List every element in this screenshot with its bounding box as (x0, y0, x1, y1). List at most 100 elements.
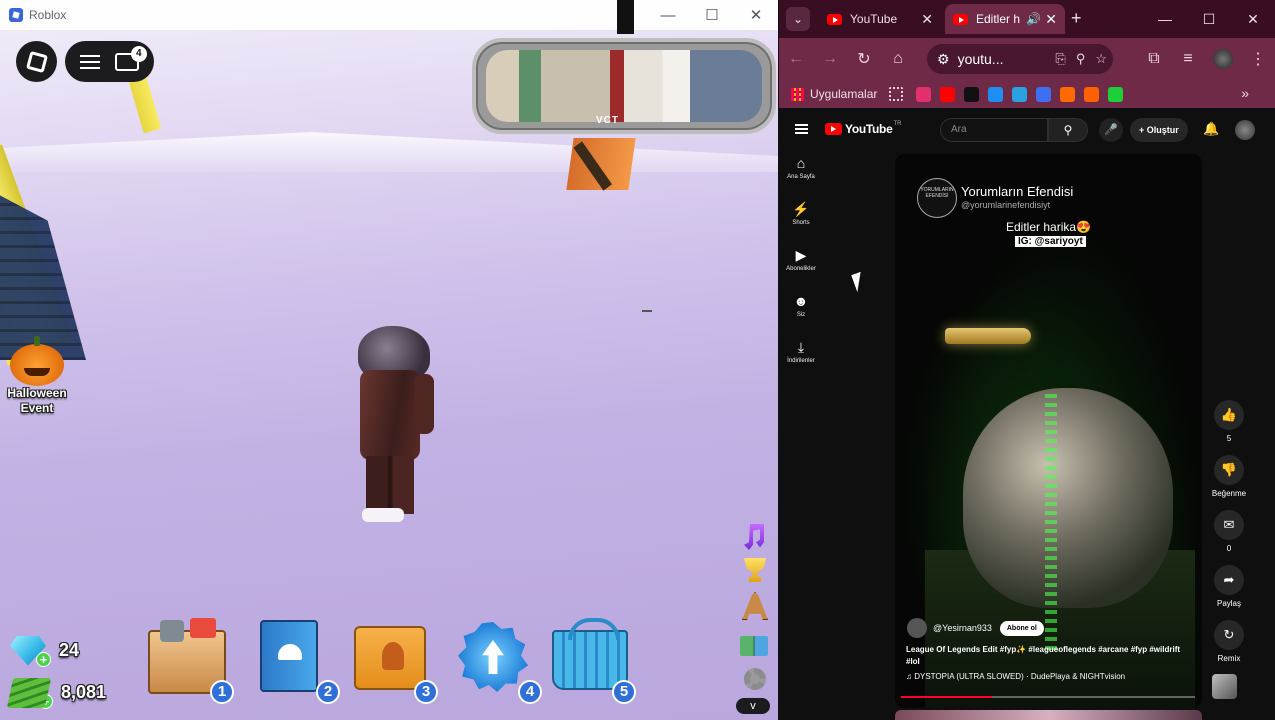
notifications-bell-icon[interactable]: 🔔 (1203, 121, 1219, 137)
roblox-menu-button[interactable] (16, 41, 57, 82)
account-avatar[interactable] (1235, 120, 1255, 140)
home-icon[interactable]: ⌂ (881, 50, 915, 68)
reload-icon[interactable]: ↻ (847, 49, 881, 69)
browser-toolbar: ← → ↻ ⌂ ⚙ youtu... ⎘ ⚲ ☆ ⧉ ≡ ⋮ (779, 38, 1275, 80)
sidebar-item-subscriptions[interactable]: ▶ Abonelikler (779, 246, 823, 292)
search-input[interactable]: Ara (940, 118, 1048, 142)
cash-counter[interactable]: + 8,081 (6, 676, 106, 709)
maximize-button[interactable]: ☐ (690, 0, 734, 30)
like-action[interactable]: 👍 5 (1203, 400, 1255, 455)
blue-square-icon[interactable] (1036, 86, 1052, 102)
remix-action[interactable]: ↻ Remix (1203, 620, 1255, 675)
video-title[interactable]: League Of Legends Edit #fyp✨ #leagueofle… (906, 644, 1196, 668)
youtube-icon[interactable] (940, 86, 956, 102)
comment-action[interactable]: ✉ 0 (1203, 510, 1255, 565)
share-icon[interactable]: ➦ (1214, 565, 1244, 595)
minimize-button[interactable]: — (1143, 0, 1187, 38)
new-tab-button[interactable]: + (1071, 8, 1082, 29)
address-bar[interactable]: ⚙ youtu... ⎘ ⚲ ☆ (927, 44, 1113, 74)
install-app-icon[interactable]: ⎘ (1055, 51, 1065, 67)
uploader-avatar[interactable] (907, 618, 927, 638)
bookmark-apps[interactable]: Uygulamalar (791, 87, 877, 101)
media-controls-icon[interactable]: ≡ (1171, 50, 1205, 68)
back-icon[interactable]: ← (779, 50, 813, 68)
easel-icon[interactable] (738, 592, 770, 622)
subscribe-button[interactable]: Abone ol (999, 620, 1044, 636)
voice-search-icon[interactable]: 🎤 (1099, 118, 1123, 142)
next-short-preview[interactable] (895, 710, 1202, 720)
sidebar-item-you[interactable]: ☻ Siz (779, 292, 823, 338)
tab-search-button[interactable]: ⌄ (786, 7, 810, 31)
extensions-icon[interactable]: ⧉ (1137, 50, 1171, 68)
roblox-window[interactable]: Roblox — ☐ ✕ VCT 4 Halloween Event + 24 … (0, 0, 778, 720)
close-tab-icon[interactable]: ✕ (1045, 11, 1057, 28)
hotbar-slot-menu[interactable]: 2 (250, 616, 342, 704)
dislike-action[interactable]: 👎 Beğenme (1203, 455, 1255, 510)
tab-groups-icon[interactable] (889, 87, 904, 101)
video-progress-bar[interactable] (901, 696, 1195, 698)
close-button[interactable]: ✕ (734, 0, 778, 30)
sidebar-label: İndirilenler (787, 358, 815, 364)
create-button[interactable]: + Oluştur (1130, 118, 1188, 142)
trophy-icon[interactable] (738, 556, 770, 586)
c-icon[interactable] (1012, 86, 1028, 102)
bookmark-star-icon[interactable]: ☆ (1095, 51, 1107, 67)
comment-icon[interactable]: ✉ (1214, 510, 1244, 540)
kebab-menu-icon[interactable]: ⋮ (1241, 49, 1275, 69)
sound-link[interactable]: ♫ DYSTOPIA (ULTRA SLOWED) · DudePlaya & … (906, 672, 1125, 681)
share-action[interactable]: ➦ Paylaş (1203, 565, 1255, 620)
k-icon[interactable] (1108, 86, 1124, 102)
dislike-icon[interactable]: 👎 (1214, 455, 1244, 485)
hb-icon[interactable] (1084, 86, 1100, 102)
close-tab-icon[interactable]: ✕ (921, 11, 933, 28)
settings-gear-icon[interactable] (738, 664, 770, 694)
player-avatar (352, 326, 438, 532)
music-icon[interactable] (738, 522, 770, 552)
checkmark-icon[interactable] (988, 86, 1004, 102)
hotbar-slot-upgrade[interactable]: 4 (452, 616, 544, 704)
minimize-button[interactable]: — (646, 0, 690, 30)
remix-icon[interactable]: ↻ (1214, 620, 1244, 650)
uploader-row: @Yesirnan933 Abone ol (907, 618, 1044, 638)
orange-circle-icon[interactable] (1060, 86, 1076, 102)
search-button[interactable]: ⚲ (1048, 118, 1088, 142)
halloween-event-button[interactable]: Halloween Event (2, 336, 72, 416)
sidebar-item-downloads[interactable]: ⤓ İndirilenler (779, 338, 823, 384)
uploader-name[interactable]: @Yesirnan933 (933, 623, 992, 633)
yt-hamburger-icon[interactable] (795, 124, 808, 134)
sidebar-item-home[interactable]: ⌂ Ana Sayfa (779, 154, 823, 200)
tab-editler[interactable]: Editler h 🔊 ✕ (945, 4, 1065, 34)
dislike-label: Beğenme (1211, 489, 1247, 498)
sidebar-label: Shorts (792, 220, 810, 226)
sidebar-item-shorts[interactable]: ⚡ Shorts (779, 200, 823, 246)
profile-avatar[interactable] (1213, 49, 1233, 69)
youtube-logo[interactable]: YouTube TR (825, 121, 901, 136)
like-icon[interactable]: 👍 (1214, 400, 1244, 430)
chrome-window[interactable]: ⌄ YouTube ✕ Editler h 🔊 ✕ + — ☐ ✕ ← → ↻ (779, 0, 1275, 720)
roblox-titlebar[interactable]: Roblox — ☐ ✕ (0, 0, 778, 30)
sound-thumbnail[interactable] (1212, 674, 1237, 699)
tiktok-icon[interactable] (964, 86, 980, 102)
hamburger-icon[interactable] (80, 54, 101, 69)
channel-name: Yorumların Efendisi (961, 184, 1074, 199)
more-bookmarks-icon[interactable]: » (1241, 85, 1249, 101)
share-label: Paylaş (1216, 599, 1241, 608)
maximize-button[interactable]: ☐ (1187, 0, 1231, 38)
sidebar-label: Ana Sayfa (787, 174, 815, 180)
hotbar-slot-tools[interactable]: 1 (144, 616, 236, 704)
speaker-icon[interactable]: 🔊 (1026, 12, 1041, 26)
more-button[interactable]: v (736, 698, 770, 714)
forward-icon[interactable]: → (813, 50, 847, 68)
instagram-icon[interactable] (916, 86, 932, 102)
hotbar-slot-basket[interactable]: 5 (546, 616, 638, 704)
chat-icon[interactable]: 4 (114, 45, 147, 71)
book-icon[interactable] (738, 630, 770, 660)
site-info-icon[interactable]: ⚙ (937, 51, 950, 68)
close-button[interactable]: ✕ (1231, 0, 1275, 38)
short-video-player[interactable]: YORUMLARIN EFENDİSİ Yorumların Efendisi … (895, 154, 1202, 708)
music-note-icon: ♫ (906, 672, 915, 681)
hotbar-slot-folder[interactable]: 3 (348, 616, 440, 704)
gems-counter[interactable]: + 24 (10, 634, 79, 667)
tab-youtube[interactable]: YouTube ✕ (819, 4, 941, 34)
zoom-icon[interactable]: ⚲ (1076, 51, 1086, 67)
